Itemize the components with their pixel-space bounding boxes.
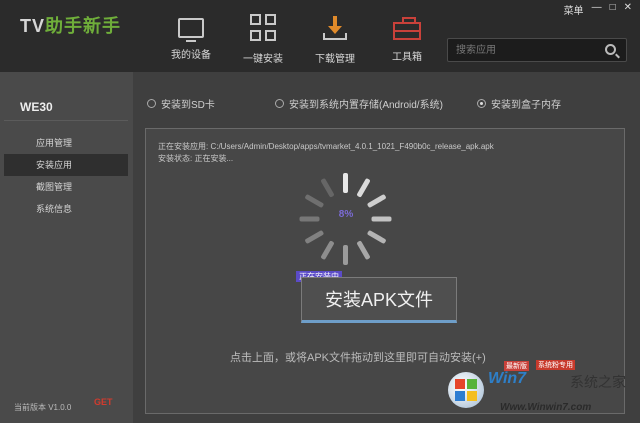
sidebar-item-screenshots[interactable]: 截图管理 [4, 176, 128, 198]
logo-text: 助手新手 [45, 16, 122, 36]
download-icon [320, 14, 350, 42]
top-bar: TV助手新手 我的设备 一键安装 下载管理 工具箱 菜单 — □ ✕ [0, 0, 640, 72]
monitor-icon [178, 18, 204, 42]
nav-label: 下载管理 [315, 54, 355, 65]
version-text: 当前版本 V1.0.0 [14, 403, 72, 412]
spinner-petal [320, 240, 335, 261]
grid-icon [250, 14, 276, 42]
radio-label: 安装到SD卡 [161, 100, 215, 111]
nav-label: 一键安装 [243, 54, 283, 65]
radio-indicator[interactable] [275, 99, 284, 108]
spinner-petal [366, 193, 387, 209]
spinner-petal [356, 177, 371, 198]
watermark-brand: Win7 [488, 370, 527, 387]
install-target-options: 安装到SD卡 安装到系统内置存储(Android/系统) 安装到盒子内存 [147, 96, 627, 112]
radio-indicator[interactable] [477, 99, 486, 108]
spinner-petal [343, 173, 348, 193]
sidebar-item-system-info[interactable]: 系统信息 [4, 198, 128, 220]
nav-download-manager[interactable]: 下载管理 [307, 14, 363, 65]
progress-percent: 8% [338, 209, 354, 220]
window-controls: 菜单 — □ ✕ [564, 2, 632, 17]
maximize-button[interactable]: □ [610, 2, 616, 17]
watermark-url: Www.Winwin7.com [500, 402, 592, 413]
install-path-text: 正在安装应用: C:/Users/Admin/Desktop/apps/tvma… [158, 142, 494, 151]
spinner-petal [304, 193, 325, 209]
nav-one-click-install[interactable]: 一键安装 [235, 14, 291, 65]
radio-label: 安装到盒子内存 [491, 100, 561, 111]
sidebar: WE30 应用管理 安装应用 截图管理 系统信息 当前版本 V1.0.0 GET [0, 72, 133, 423]
radio-indicator[interactable] [147, 99, 156, 108]
close-button[interactable]: ✕ [624, 2, 632, 17]
menu-button[interactable]: 菜单 [564, 2, 584, 17]
spinner-petal [366, 229, 387, 245]
minimize-button[interactable]: — [592, 2, 602, 17]
version-badge: GET [94, 397, 113, 407]
search-box [447, 38, 627, 62]
spinner-petal [320, 177, 335, 198]
app-logo: TV助手新手 [20, 12, 121, 38]
spinner-petal [304, 229, 325, 245]
nav-toolbox[interactable]: 工具箱 [379, 14, 435, 63]
device-name: WE30 [20, 100, 53, 114]
sidebar-item-install-app[interactable]: 安装应用 [4, 154, 128, 176]
search-icon[interactable] [605, 44, 616, 55]
nav-label: 我的设备 [171, 50, 211, 61]
divider [4, 120, 128, 121]
loading-spinner: 8% [296, 169, 396, 269]
spinner-petal [343, 245, 348, 265]
install-apk-button[interactable]: 安装APK文件 [301, 277, 457, 323]
watermark: 系统粉专用 Win7 系统之家 Www.Winwin7.com [442, 352, 640, 423]
watermark-tag: 系统粉专用 [536, 360, 575, 370]
radio-label: 安装到系统内置存储(Android/系统) [289, 100, 443, 111]
nav-label: 工具箱 [392, 52, 422, 63]
sidebar-item-app-manager[interactable]: 应用管理 [4, 132, 128, 154]
install-status-text: 安装状态: 正在安装... [158, 154, 234, 163]
windows-logo-icon [448, 372, 484, 408]
spinner-petal [356, 240, 371, 261]
radio-box-memory[interactable]: 安装到盒子内存 [477, 96, 561, 111]
radio-sd-card[interactable]: 安装到SD卡 [147, 96, 215, 111]
logo-prefix: TV [20, 16, 46, 36]
nav-my-device[interactable]: 我的设备 [163, 14, 219, 61]
search-input[interactable] [456, 42, 596, 58]
radio-internal-storage[interactable]: 安装到系统内置存储(Android/系统) [275, 96, 443, 111]
watermark-brand-suffix: 系统之家 [570, 374, 626, 390]
toolbox-icon [393, 17, 421, 40]
